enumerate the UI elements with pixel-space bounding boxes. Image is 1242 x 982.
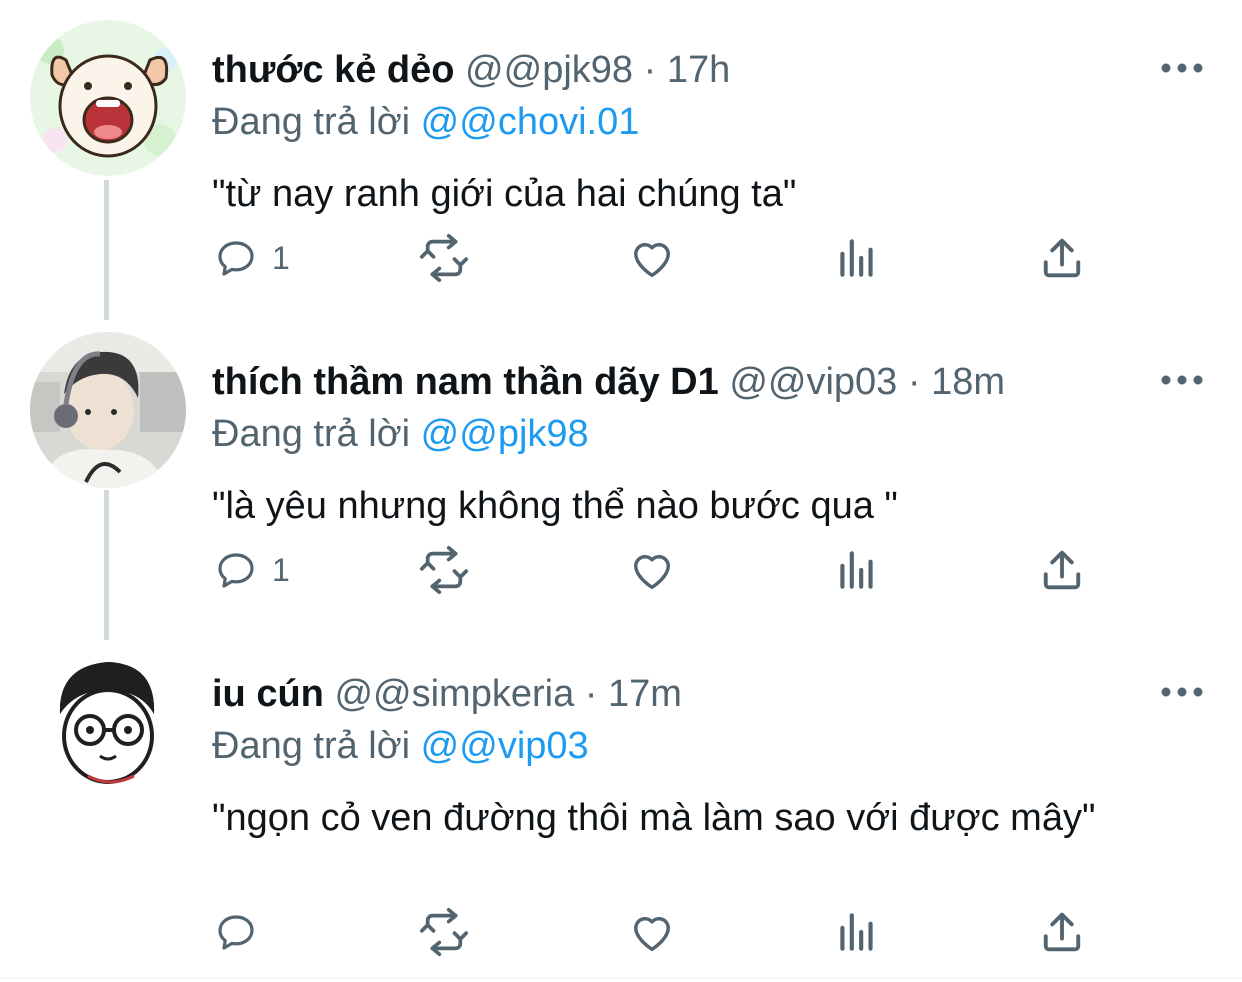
share-button[interactable] — [1036, 228, 1088, 288]
tweet-actions: 1 — [212, 228, 1222, 288]
share-button[interactable] — [1036, 540, 1088, 600]
like-icon — [634, 916, 670, 952]
bottom-divider — [0, 978, 1242, 979]
replying-to-label: Đang trả lời — [212, 101, 411, 143]
avatar[interactable] — [30, 644, 186, 800]
timestamp[interactable]: 17m — [608, 673, 682, 715]
analytics-button[interactable] — [832, 228, 882, 288]
like-button[interactable] — [626, 540, 678, 600]
avatar[interactable] — [30, 20, 186, 176]
tweet[interactable]: iu cún @@simpkeria · 17m Đang trả lời @@… — [0, 644, 1242, 974]
retweet-icon — [419, 907, 469, 957]
user-handle[interactable]: @@simpkeria — [334, 673, 574, 715]
avatar-photo-image — [30, 332, 186, 488]
reply-button[interactable]: 1 — [212, 540, 290, 600]
more-button[interactable] — [1154, 664, 1210, 720]
avatar[interactable] — [30, 332, 186, 488]
reply-button[interactable]: 1 — [212, 228, 290, 288]
analytics-icon — [840, 551, 873, 589]
display-name[interactable]: thích thầm nam thần dãy D1 — [212, 361, 719, 403]
separator-dot: · — [643, 49, 657, 91]
reply-icon — [218, 915, 254, 950]
retweet-icon — [419, 233, 469, 283]
display-name[interactable]: iu cún — [212, 673, 324, 715]
reply-icon — [218, 553, 254, 588]
analytics-button[interactable] — [832, 540, 882, 600]
timestamp[interactable]: 18m — [931, 361, 1005, 403]
replying-to: Đang trả lời @@pjk98 — [212, 412, 589, 456]
separator-dot: · — [584, 673, 598, 715]
replying-to: Đang trả lời @@vip03 — [212, 724, 589, 768]
display-name[interactable]: thước kẻ dẻo — [212, 49, 454, 91]
user-handle[interactable]: @@pjk98 — [465, 49, 633, 91]
like-icon — [634, 554, 670, 590]
tweet-text: "từ nay ranh giới của hai chúng ta" — [212, 173, 797, 215]
separator-dot: · — [907, 361, 921, 403]
tweet-header: thước kẻ dẻo @@pjk98 · 17h — [212, 48, 1142, 92]
more-icon — [1161, 63, 1203, 73]
like-button[interactable] — [626, 228, 678, 288]
share-button[interactable] — [1036, 902, 1088, 962]
like-button[interactable] — [626, 902, 678, 962]
avatar-pig-image — [30, 20, 186, 176]
mention-link[interactable]: @@vip03 — [421, 725, 589, 767]
analytics-button[interactable] — [832, 902, 882, 962]
replying-to: Đang trả lời @@chovi.01 — [212, 100, 639, 144]
like-icon — [634, 242, 670, 278]
avatar-cartoon-image — [30, 644, 186, 800]
more-button[interactable] — [1154, 40, 1210, 96]
tweet-header: thích thầm nam thần dãy D1 @@vip03 · 18m — [212, 360, 1142, 404]
share-icon — [1043, 550, 1081, 590]
tweet[interactable]: thước kẻ dẻo @@pjk98 · 17h Đang trả lời … — [0, 20, 1242, 310]
more-icon — [1161, 375, 1203, 385]
share-icon — [1043, 912, 1081, 952]
user-handle[interactable]: @@vip03 — [729, 361, 897, 403]
analytics-icon — [840, 239, 873, 277]
tweet-actions — [212, 902, 1222, 962]
analytics-icon — [840, 913, 873, 951]
more-icon — [1161, 687, 1203, 697]
timestamp[interactable]: 17h — [667, 49, 730, 91]
share-icon — [1043, 238, 1081, 278]
reply-icon — [218, 241, 254, 276]
tweet-actions: 1 — [212, 540, 1222, 600]
mention-link[interactable]: @@pjk98 — [421, 413, 589, 455]
mention-link[interactable]: @@chovi.01 — [421, 101, 640, 143]
reply-count: 1 — [272, 239, 290, 276]
more-button[interactable] — [1154, 352, 1210, 408]
retweet-button[interactable] — [416, 540, 472, 600]
tweet-header: iu cún @@simpkeria · 17m — [212, 672, 1142, 716]
tweet[interactable]: thích thầm nam thần dãy D1 @@vip03 · 18m… — [0, 332, 1242, 622]
retweet-button[interactable] — [416, 228, 472, 288]
tweet-text: "ngọn cỏ ven đường thôi mà làm sao với đ… — [212, 797, 1096, 839]
replying-to-label: Đang trả lời — [212, 725, 411, 767]
reply-button[interactable] — [212, 902, 272, 962]
retweet-button[interactable] — [416, 902, 472, 962]
retweet-icon — [419, 545, 469, 595]
replying-to-label: Đang trả lời — [212, 413, 411, 455]
tweet-text: "là yêu nhưng không thể nào bước qua " — [212, 485, 898, 527]
reply-count: 1 — [272, 551, 290, 588]
